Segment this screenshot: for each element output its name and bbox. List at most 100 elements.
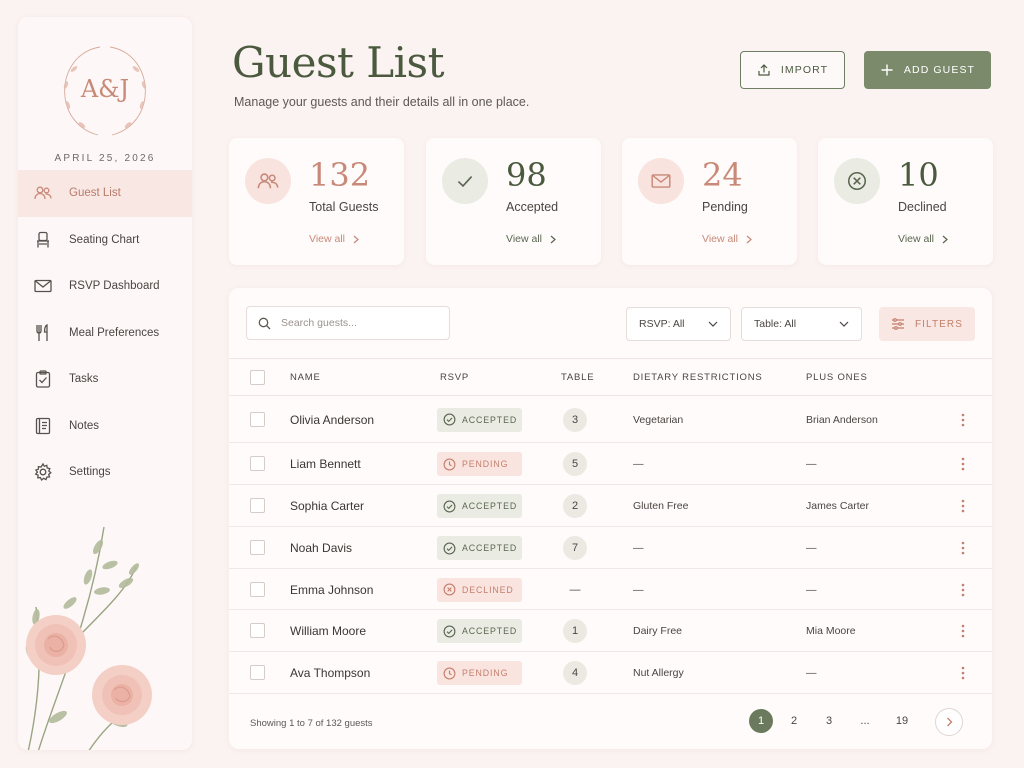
- select-all-checkbox[interactable]: [250, 370, 265, 385]
- search-input[interactable]: [281, 317, 441, 329]
- row-checkbox[interactable]: [250, 581, 265, 597]
- table-number: 7: [563, 536, 587, 560]
- more-options-icon[interactable]: [959, 582, 967, 598]
- guest-table-panel: RSVP: All Table: All FILTERS NAME RSVP T…: [229, 288, 992, 749]
- row-checkbox[interactable]: [250, 498, 265, 513]
- row-checkbox[interactable]: [250, 623, 265, 638]
- table-row[interactable]: Noah Davis ACCEPTED 7 — —: [229, 527, 992, 569]
- table-row[interactable]: Liam Bennett PENDING 5 — —: [229, 443, 992, 485]
- search-icon: [258, 317, 271, 330]
- row-checkbox[interactable]: [250, 456, 265, 471]
- sidebar: A&J APRIL 25, 2026 Guest List Seating Ch…: [18, 17, 192, 750]
- stat-label: Accepted: [506, 200, 559, 214]
- dietary-restriction: Vegetarian: [633, 413, 684, 426]
- floral-decoration: [18, 507, 192, 750]
- stat-value: 132: [309, 156, 371, 194]
- next-page-button[interactable]: [935, 708, 963, 736]
- more-options-icon[interactable]: [959, 412, 967, 428]
- sidebar-item-rsvp-dashboard[interactable]: RSVP Dashboard: [18, 263, 192, 310]
- sidebar-item-notes[interactable]: Notes: [18, 403, 192, 450]
- row-checkbox[interactable]: [250, 411, 265, 427]
- add-guest-button[interactable]: ADD GUEST: [864, 51, 991, 89]
- sidebar-item-guest-list[interactable]: Guest List: [18, 170, 192, 217]
- page-1-button[interactable]: 1: [749, 709, 773, 733]
- chevron-down-icon: [839, 321, 849, 327]
- x-circle-icon: [834, 158, 880, 204]
- view-all-link[interactable]: View all: [702, 233, 752, 245]
- dietary-restriction: Nut Allergy: [633, 667, 684, 679]
- sidebar-item-tasks[interactable]: Tasks: [18, 356, 192, 403]
- stat-card-total: 132 Total Guests View all: [229, 138, 404, 265]
- notebook-icon: [33, 416, 53, 436]
- view-all-link[interactable]: View all: [898, 233, 948, 245]
- table-row[interactable]: Olivia Anderson ACCEPTED 3 Vegetarian Brian …: [229, 396, 992, 443]
- guest-name[interactable]: Emma Johnson: [290, 583, 373, 597]
- sidebar-item-label: RSVP Dashboard: [69, 280, 160, 293]
- more-options-icon[interactable]: [959, 498, 967, 514]
- rsvp-status-label: ACCEPTED: [462, 501, 518, 511]
- rsvp-status-badge: PENDING: [437, 661, 522, 685]
- column-header-name[interactable]: NAME: [290, 372, 321, 383]
- stat-value: 98: [506, 156, 547, 194]
- chevron-right-icon: [942, 235, 948, 244]
- rsvp-status-label: ACCEPTED: [462, 543, 518, 553]
- guest-name[interactable]: Sophia Carter: [290, 499, 364, 513]
- row-checkbox[interactable]: [250, 540, 265, 555]
- column-header-rsvp[interactable]: RSVP: [440, 372, 469, 383]
- plus-one: —: [806, 667, 817, 679]
- filters-label: FILTERS: [914, 318, 964, 330]
- more-options-icon[interactable]: [959, 623, 967, 639]
- plus-one: —: [806, 458, 817, 470]
- plus-one: —: [806, 583, 817, 596]
- more-options-icon[interactable]: [959, 456, 967, 472]
- table-row[interactable]: William Moore ACCEPTED 1 Dairy Free Mia Moor…: [229, 610, 992, 652]
- more-options-icon[interactable]: [959, 540, 967, 556]
- column-header-table[interactable]: TABLE: [561, 372, 594, 383]
- chevron-down-icon: [708, 321, 718, 327]
- monogram-text: A&J: [80, 75, 129, 103]
- import-button[interactable]: IMPORT: [740, 51, 845, 89]
- page-subtitle: Manage your guests and their details all…: [234, 95, 530, 109]
- table-row[interactable]: Ava Thompson PENDING 4 Nut Allergy —: [229, 652, 992, 694]
- check-circle-icon: [443, 625, 456, 638]
- gear-icon: [33, 462, 53, 482]
- view-all-link[interactable]: View all: [309, 233, 359, 245]
- table-number: 2: [563, 494, 587, 518]
- wedding-date: APRIL 25, 2026: [54, 153, 156, 164]
- view-all-link[interactable]: View all: [506, 233, 556, 245]
- table-row[interactable]: Sophia Carter ACCEPTED 2 Gluten Free James C…: [229, 485, 992, 527]
- search-box[interactable]: [246, 306, 450, 340]
- more-options-icon[interactable]: [959, 665, 967, 681]
- table-row[interactable]: Emma Johnson DECLINED — — —: [229, 569, 992, 610]
- guest-name[interactable]: William Moore: [290, 624, 366, 638]
- clock-icon: [443, 667, 456, 680]
- guest-name[interactable]: Liam Bennett: [290, 457, 361, 471]
- guest-name[interactable]: Ava Thompson: [290, 666, 370, 680]
- page-2-button[interactable]: 2: [788, 709, 800, 733]
- guest-name[interactable]: Olivia Anderson: [290, 413, 374, 427]
- sidebar-item-settings[interactable]: Settings: [18, 449, 192, 496]
- table-filter-select[interactable]: Table: All: [741, 307, 862, 341]
- dietary-restriction: —: [633, 542, 644, 554]
- table-number: 5: [563, 452, 587, 476]
- column-header-dietary[interactable]: DIETARY RESTRICTIONS: [633, 372, 763, 383]
- filters-button[interactable]: FILTERS: [879, 307, 975, 341]
- plus-icon: [880, 63, 894, 77]
- page-19-button[interactable]: 19: [893, 709, 911, 733]
- rsvp-status-label: DECLINED: [462, 584, 514, 595]
- rsvp-status-label: ACCEPTED: [462, 414, 518, 425]
- page-ellipsis: ...: [860, 715, 870, 727]
- rsvp-filter-select[interactable]: RSVP: All: [626, 307, 731, 341]
- check-circle-icon: [443, 500, 456, 513]
- upload-icon: [757, 63, 771, 77]
- rsvp-filter-value: RSVP: All: [639, 318, 685, 330]
- check-icon: [442, 158, 488, 204]
- rsvp-status-label: ACCEPTED: [462, 626, 518, 636]
- page-3-button[interactable]: 3: [823, 709, 835, 733]
- column-header-plus-ones[interactable]: PLUS ONES: [806, 372, 868, 383]
- sidebar-item-seating-chart[interactable]: Seating Chart: [18, 217, 192, 264]
- table-filter-value: Table: All: [754, 318, 797, 330]
- row-checkbox[interactable]: [250, 665, 265, 680]
- sidebar-item-meal-preferences[interactable]: Meal Preferences: [18, 310, 192, 357]
- guest-name[interactable]: Noah Davis: [290, 541, 352, 555]
